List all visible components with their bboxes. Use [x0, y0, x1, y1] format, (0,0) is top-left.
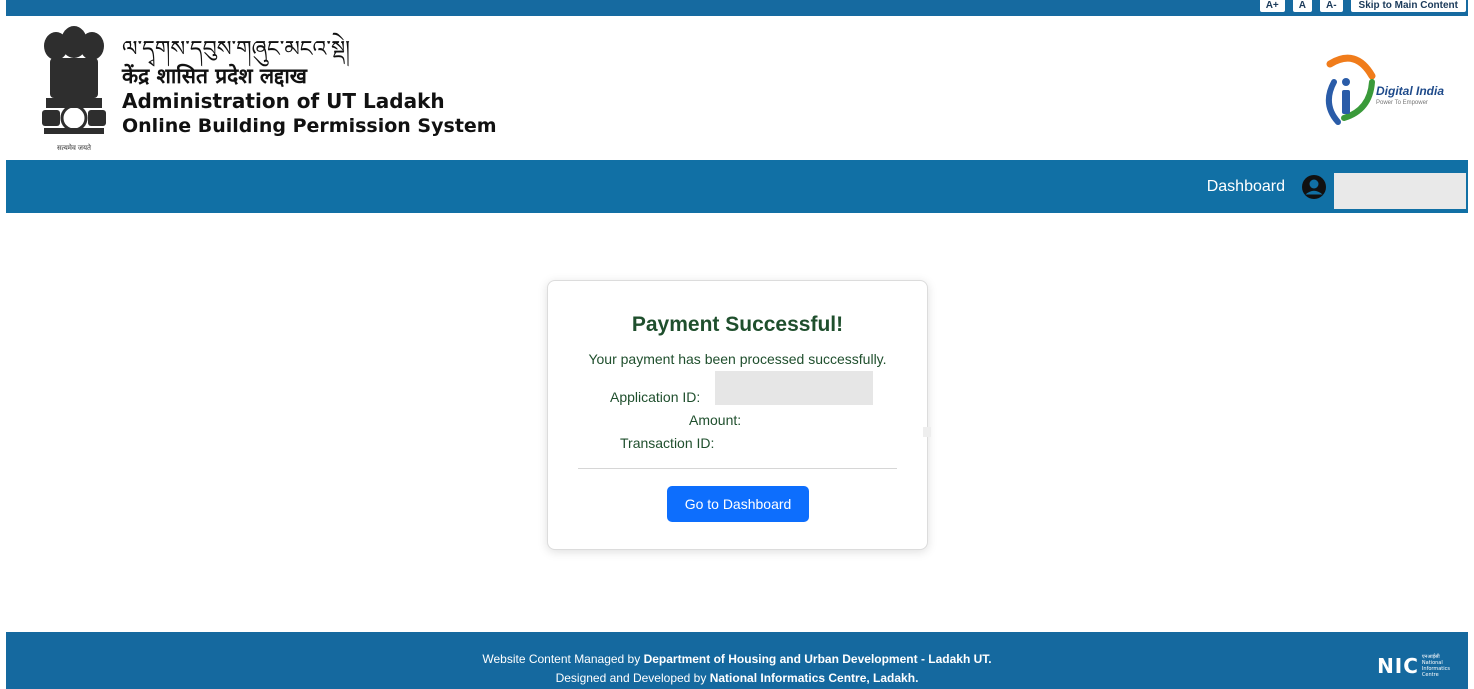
payment-success-message: Your payment has been processed successf… — [588, 351, 887, 367]
title-tibetan: ལ་དྭགས་དབུས་གཞུང་མངའ་སྡེ། — [122, 37, 351, 62]
site-header: सत्यमेव जयते ལ་དྭགས་དབུས་གཞུང་མངའ་སྡེ། क… — [6, 16, 1468, 160]
footer-nic-link[interactable]: National Informatics Centre, Ladakh. — [710, 671, 919, 685]
nic-logo-small-text: एनआईसी National Informatics Centre — [1421, 654, 1450, 678]
card-divider — [578, 468, 897, 469]
digital-india-icon — [1325, 54, 1376, 125]
top-navbar: Dashboard — [6, 160, 1468, 213]
system-subtitle: Online Building Permission System — [122, 115, 497, 137]
user-name-redacted[interactable] — [1334, 173, 1466, 209]
font-increase-button[interactable]: A+ — [1259, 0, 1285, 12]
font-decrease-button[interactable]: A- — [1319, 0, 1343, 12]
payment-success-card: Payment Successful! Your payment has bee… — [547, 280, 931, 550]
header-titles: ལ་དྭགས་དབུས་གཞུང་མངའ་སྡེ། केंद्र शासित प… — [122, 36, 497, 138]
nav-dashboard-link[interactable]: Dashboard — [1207, 178, 1285, 196]
nic-logo-text: NIC — [1377, 654, 1419, 678]
application-id-value-redacted — [715, 371, 873, 405]
national-emblem-icon: सत्यमेव जयते — [42, 26, 106, 152]
footer-content-managed: Website Content Managed by Department of… — [482, 652, 992, 666]
transaction-id-label: Transaction ID: — [620, 435, 715, 451]
footer-department-link[interactable]: Department of Housing and Urban Developm… — [644, 652, 992, 666]
title-hindi: केंद्र शासित प्रदेश लद्दाख — [122, 64, 307, 88]
amount-label: Amount: — [689, 412, 742, 428]
payment-success-title: Payment Successful! — [631, 313, 844, 336]
footer-designed-by: Designed and Developed by National Infor… — [555, 671, 919, 685]
digital-india-text: Digital India — [1376, 84, 1445, 98]
transaction-id-value-redacted — [923, 427, 931, 437]
nic-logo: NIC एनआईसी National Informatics Centre — [1377, 654, 1450, 678]
site-footer: Website Content Managed by Department of… — [6, 632, 1468, 689]
skip-to-content-link[interactable]: Skip to Main Content — [1350, 0, 1466, 12]
user-circle-icon[interactable] — [1302, 175, 1326, 199]
digital-india-logo: Digital India Power To Empower — [1320, 52, 1452, 128]
accessibility-bar: A+ A A- Skip to Main Content — [1259, 0, 1466, 12]
digital-india-tagline: Power To Empower — [1376, 100, 1428, 106]
application-id-label: Application ID: — [610, 389, 701, 405]
title-english: Administration of UT Ladakh — [122, 89, 445, 113]
font-normal-button[interactable]: A — [1292, 0, 1312, 12]
emblem-motto: सत्यमेव जयते — [57, 143, 92, 152]
top-strip — [6, 0, 1468, 16]
go-to-dashboard-button[interactable]: Go to Dashboard — [667, 486, 809, 522]
